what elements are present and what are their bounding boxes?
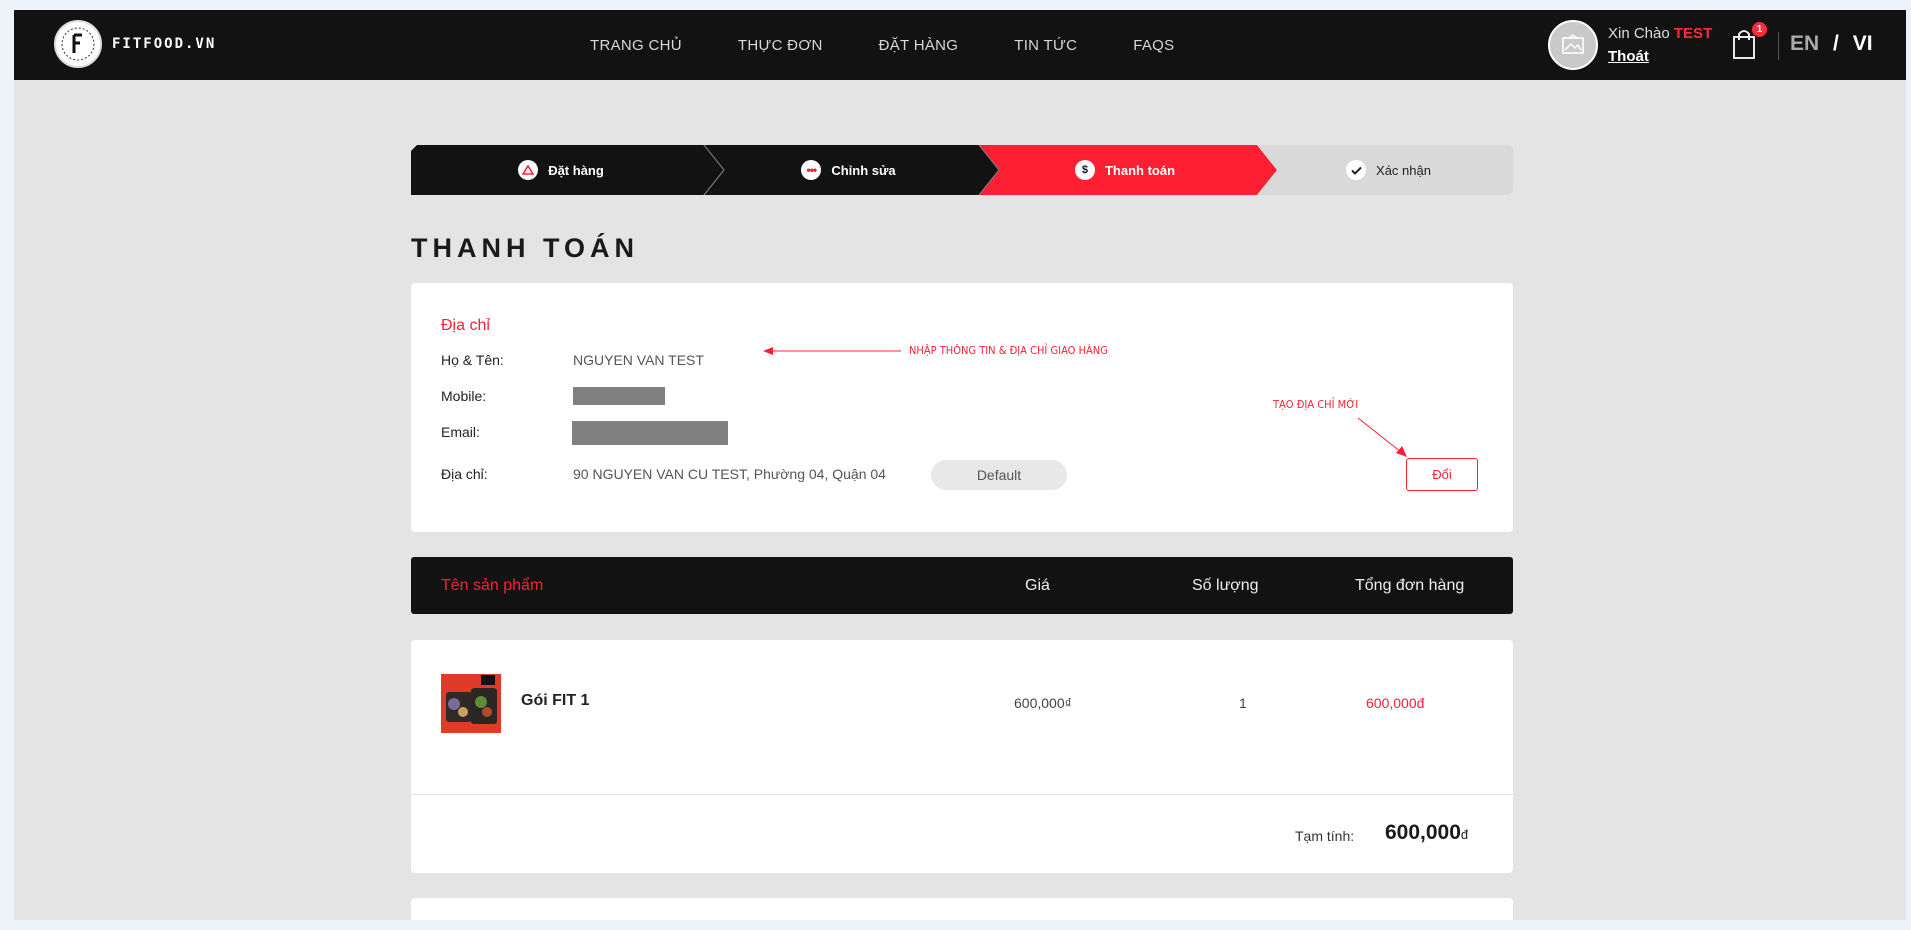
col-product: Tên sản phẩm [441,576,544,594]
col-price: Giá [1025,576,1050,594]
step-edit[interactable]: ••• Chỉnh sửa [711,145,986,195]
logo-icon [54,20,102,68]
site-logo[interactable]: FITFOOD.VN [54,20,216,68]
mobile-redacted [573,387,665,405]
nav-news[interactable]: TIN TỨC [1014,37,1077,54]
nav-faqs[interactable]: FAQS [1133,37,1174,54]
step-label: Đặt hàng [548,162,604,178]
nav-menu[interactable]: THỰC ĐƠN [738,37,823,54]
lang-separator: / [1833,32,1839,55]
address-card: Địa chỉ Họ & Tên: NGUYEN VAN TEST Mobile… [411,283,1513,532]
product-thumbnail[interactable] [441,674,501,733]
email-redacted [572,421,728,445]
step-confirm[interactable]: Xác nhận [1264,145,1513,195]
more-dots-icon: ••• [801,160,822,180]
cart-items-card: Gói FIT 1 600,000₫ 1 600,000đ Tạm tính: … [411,640,1513,873]
main-nav: TRANG CHỦ THỰC ĐƠN ĐẶT HÀNG TIN TỨC FAQS [590,10,1174,80]
address-label: Địa chỉ: [441,466,488,482]
checkout-steps: Đặt hàng ••• Chỉnh sửa $ Thanh toán Xác … [411,145,1513,195]
step-label: Xác nhận [1376,162,1431,178]
default-badge: Default [931,460,1067,490]
email-label: Email: [441,424,480,440]
language-switcher: EN / VI [1790,32,1873,56]
top-navbar: FITFOOD.VN TRANG CHỦ THỰC ĐƠN ĐẶT HÀNG T… [14,10,1906,80]
next-section-card [411,898,1513,920]
address-title: Địa chỉ [441,317,490,334]
step-label: Chỉnh sửa [831,162,896,178]
mobile-label: Mobile: [441,388,487,404]
col-total: Tổng đơn hàng [1355,576,1465,594]
name-label: Họ & Tên: [441,352,504,368]
step-order[interactable]: Đặt hàng [411,145,711,195]
step-payment[interactable]: $ Thanh toán [986,145,1264,195]
annotation-new-address: TẠO ĐỊA CHỈ MỚI [1273,398,1359,411]
cart-count-badge: 1 [1752,22,1767,37]
nav-home[interactable]: TRANG CHỦ [590,37,682,54]
subtotal-value: 600,000đ [1385,821,1468,845]
step-label: Thanh toán [1104,162,1176,178]
user-greeting: Xin Chào TEST Thoát [1608,22,1712,68]
product-quantity: 1 [1239,695,1247,711]
divider [411,794,1513,795]
triangle-icon [518,160,539,180]
user-area: Xin Chào TEST Thoát [1548,20,1712,70]
product-price: 600,000₫ [1014,695,1072,711]
logout-link[interactable]: Thoát [1608,48,1649,65]
nav-order[interactable]: ĐẶT HÀNG [879,37,959,54]
lang-en[interactable]: EN [1790,32,1819,55]
product-name[interactable]: Gói FIT 1 [521,692,589,710]
page-viewport: FITFOOD.VN TRANG CHỦ THỰC ĐƠN ĐẶT HÀNG T… [14,10,1906,920]
check-icon [1346,160,1367,180]
dollar-icon: $ [1074,160,1095,180]
name-value: NGUYEN VAN TEST [573,352,704,368]
logo-text: FITFOOD.VN [112,36,217,52]
user-name: TEST [1673,25,1713,42]
subtotal-amount: 600,000 [1385,821,1461,844]
change-address-button[interactable]: Đổi [1406,458,1478,491]
product-total: 600,000đ [1366,695,1425,711]
greeting-text: Xin Chào [1608,25,1670,42]
image-placeholder-icon [1562,34,1584,54]
annotation-enter-info: NHẬP THÔNG TIN & ĐỊA CHỈ GIAO HÀNG [909,344,1108,357]
address-value: 90 NGUYEN VAN CU TEST, Phường 04, Quận 0… [573,466,886,482]
col-quantity: Số lượng [1192,576,1259,594]
cart-button[interactable]: 1 [1732,22,1767,65]
lang-vi[interactable]: VI [1853,32,1873,55]
subtotal-currency: đ [1460,827,1469,842]
lang-divider [1778,32,1779,60]
cart-table-header: Tên sản phẩm Giá Số lượng Tổng đơn hàng [411,557,1513,614]
page-title: THANH TOÁN [411,233,639,263]
subtotal-label: Tạm tính: [1295,828,1355,844]
avatar[interactable] [1548,20,1598,70]
